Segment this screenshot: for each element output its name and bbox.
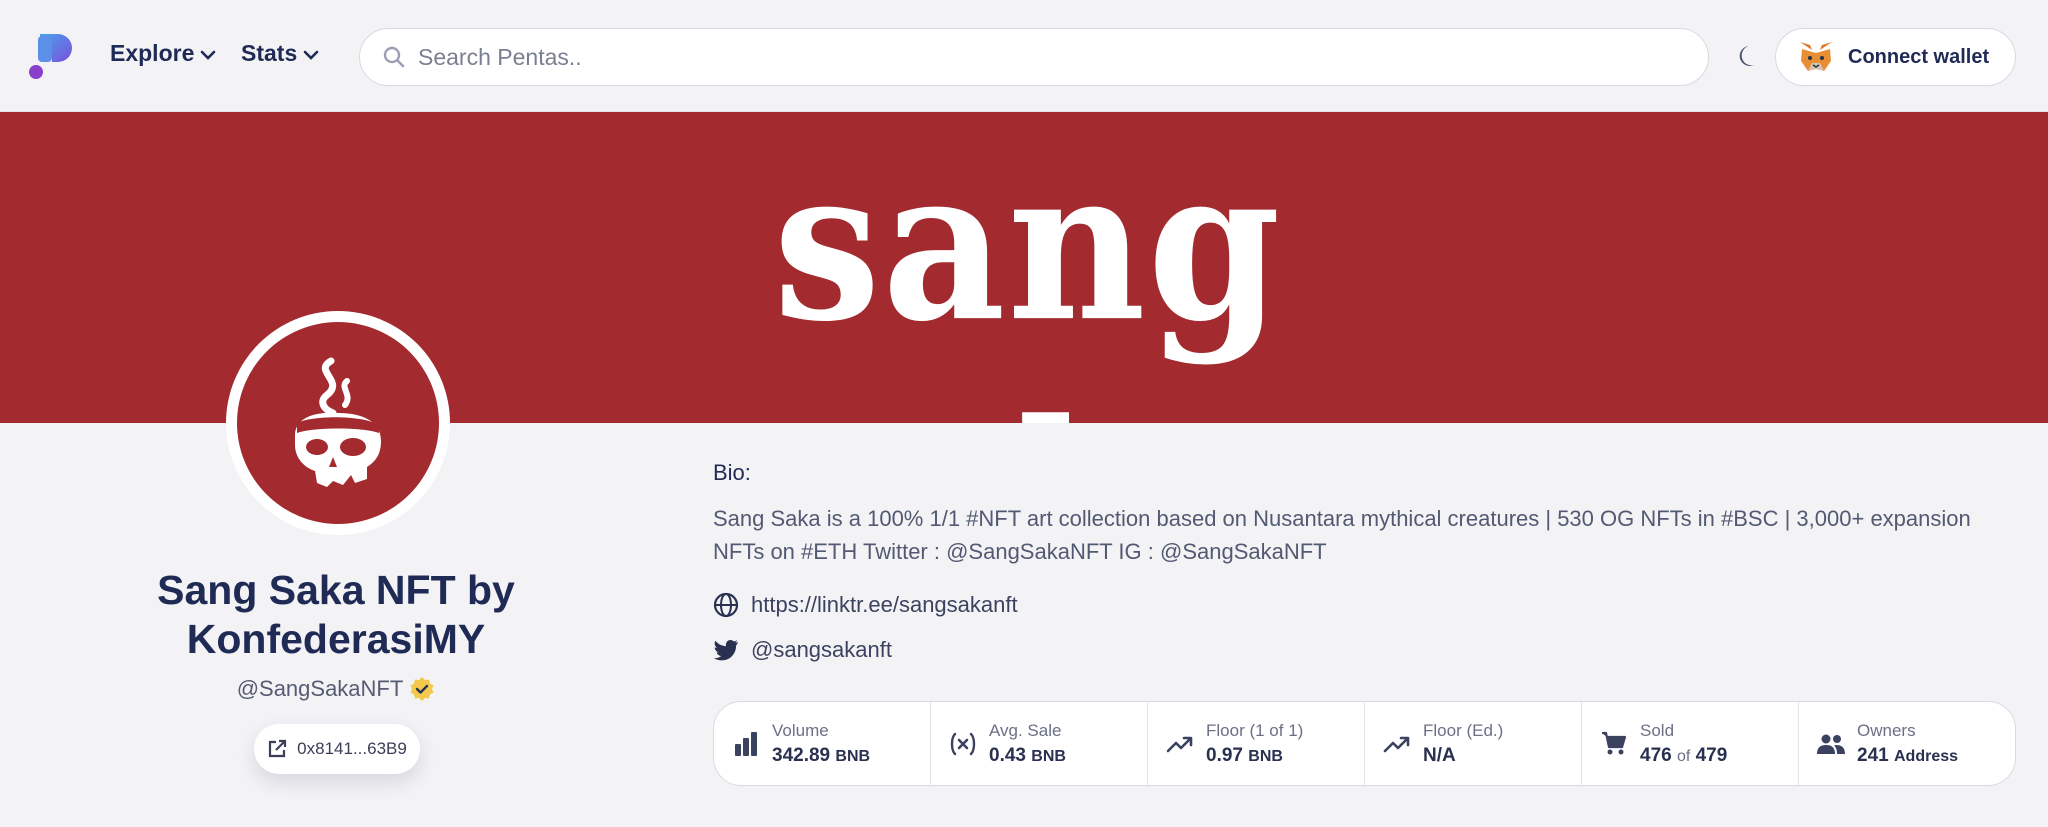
profile-handle: @SangSakaNFT [236,676,404,701]
stat-label: Floor (Ed.) [1423,720,1504,740]
stat-value: N/A [1423,744,1456,766]
stat-avg-sale: Avg. Sale 0.43 BNB [931,702,1148,785]
contract-address: 0x8141...63B9 [297,739,407,758]
bio-text: Sang Saka is a 100% 1/1 #NFT art collect… [713,506,1971,564]
function-x-icon [950,732,976,755]
globe-icon [713,592,739,618]
stat-label: Avg. Sale [989,720,1062,740]
stat-label: Sold [1640,720,1675,740]
stat-of: of [1676,747,1691,765]
verified-icon [410,677,434,701]
stat-value: 241 [1857,744,1889,766]
stat-value: 0.43 [989,744,1026,766]
search-icon [383,46,405,68]
avatar-image [237,322,439,524]
explore-menu[interactable]: Explore [110,40,216,67]
connect-wallet-button[interactable]: Connect wallet [1775,28,2016,86]
stat-label: Floor (1 of 1) [1206,720,1304,740]
chevron-down-icon [201,50,216,60]
stat-sold: Sold 476 of 479 [1582,702,1799,785]
banner-title: sang saka [773,122,1283,423]
explore-label: Explore [110,40,195,66]
collection-stats-bar: Volume 342.89 BNB Avg. Sale 0.43 BNB Flo… [713,701,2016,786]
stat-label: Volume [772,720,829,740]
stat-owners: Owners 241 Address [1799,702,2015,785]
stat-label: Owners [1857,720,1916,740]
stat-value: 0.97 [1206,744,1243,766]
top-navbar: Explore Stats Connect wallet [0,0,2048,112]
stat-unit: Address [1893,747,1959,765]
stat-value: 342.89 [772,744,831,766]
twitter-link[interactable]: @sangsakanft [713,637,892,663]
trending-up-icon [1166,736,1193,752]
avatar [226,311,450,535]
stats-label: Stats [241,40,298,66]
people-icon [1817,734,1845,754]
external-link-icon [269,739,287,758]
cart-icon [1602,731,1627,754]
skull-icon [295,357,381,487]
stat-value: 476 [1640,744,1672,766]
twitter-handle[interactable]: @sangsakanft [751,637,892,663]
stats-menu[interactable]: Stats [241,40,319,67]
website-url[interactable]: https://linktr.ee/sangsakanft [751,592,1018,618]
twitter-icon [714,640,738,661]
collection-name: Sang Saka NFT by KonfederasiMY [157,567,515,662]
moon-icon[interactable] [1736,44,1762,70]
stat-floor-1of1: Floor (1 of 1) 0.97 BNB [1148,702,1365,785]
trending-up-icon [1383,736,1410,752]
stat-unit: BNB [1031,747,1066,765]
stat-volume: Volume 342.89 BNB [714,702,931,785]
bio-heading: Bio: [713,460,751,485]
stat-unit: BNB [835,747,871,765]
connect-wallet-label: Connect wallet [1848,45,1990,68]
bar-chart-icon [735,731,757,756]
chevron-down-icon [303,50,319,60]
contract-address-button[interactable]: 0x8141...63B9 [254,724,420,774]
stat-floor-edition: Floor (Ed.) N/A [1365,702,1582,785]
search-bar[interactable] [359,28,1709,86]
profile-handle-row: @SangSakaNFT [100,676,572,702]
stat-unit: BNB [1248,747,1283,765]
stat-total: 479 [1695,744,1728,766]
pentas-logo-icon[interactable] [28,34,72,80]
website-link[interactable]: https://linktr.ee/sangsakanft [713,592,1018,618]
search-input[interactable] [418,43,1668,71]
metamask-fox-icon [1800,42,1832,71]
